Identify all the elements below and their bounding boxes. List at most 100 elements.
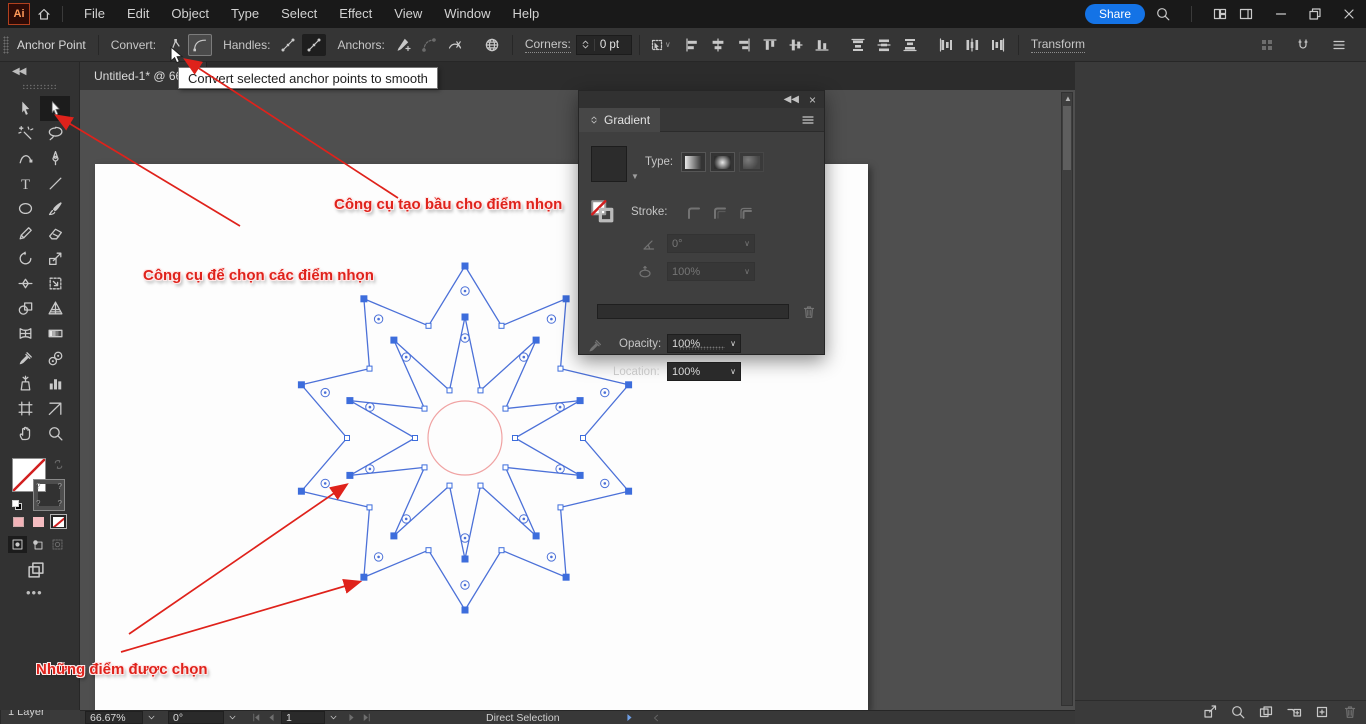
- collapse-toolbar-icon[interactable]: ◀◀: [12, 66, 25, 77]
- locate-object-button[interactable]: [1230, 704, 1246, 720]
- next-artboard-icon[interactable]: [346, 712, 357, 723]
- dist-horiz-right-button[interactable]: [986, 34, 1010, 56]
- dist-horiz-center-button[interactable]: [960, 34, 984, 56]
- selection-tool[interactable]: [10, 96, 40, 121]
- share-button[interactable]: Share: [1085, 4, 1145, 24]
- menu-type[interactable]: Type: [220, 0, 270, 28]
- transform-link[interactable]: Transform: [1031, 37, 1085, 53]
- gradient-panel-header[interactable]: ◀◀ ×: [579, 91, 824, 108]
- vertical-scrollbar[interactable]: ▲: [1061, 92, 1073, 706]
- corners-label[interactable]: Corners:: [525, 37, 571, 53]
- menu-window[interactable]: Window: [433, 0, 501, 28]
- drag-grip[interactable]: [3, 36, 9, 54]
- artboard-number-field[interactable]: 1: [281, 711, 325, 724]
- make-mask-button[interactable]: [1258, 704, 1274, 720]
- gradient-swatch[interactable]: [591, 146, 627, 182]
- radial-gradient-button[interactable]: [710, 152, 735, 172]
- eraser-tool[interactable]: [40, 221, 70, 246]
- control-menu-button[interactable]: [1327, 34, 1351, 56]
- eyedropper-tool[interactable]: [10, 346, 40, 371]
- draw-normal-button[interactable]: [8, 536, 27, 553]
- lasso-tool[interactable]: [40, 121, 70, 146]
- menu-effect[interactable]: Effect: [328, 0, 383, 28]
- align-left-button[interactable]: [680, 34, 704, 56]
- panel-resize-grip[interactable]: [679, 346, 725, 350]
- edit-toolbar-icon[interactable]: •••: [26, 585, 43, 600]
- line-tool[interactable]: [40, 171, 70, 196]
- snap-options-button[interactable]: [1291, 34, 1315, 56]
- pencil-tool[interactable]: [10, 221, 40, 246]
- menu-select[interactable]: Select: [270, 0, 328, 28]
- dist-vert-bottom-button[interactable]: [898, 34, 922, 56]
- scrollbar-thumb[interactable]: [1063, 106, 1071, 170]
- stroke-along-button[interactable]: [708, 202, 732, 224]
- gradient-swatch-dropdown-icon[interactable]: ▼: [631, 172, 639, 181]
- tab-gradient[interactable]: Gradient: [579, 108, 660, 132]
- panel-menu-icon[interactable]: [800, 112, 816, 128]
- trash-button[interactable]: [1342, 704, 1358, 720]
- blend-tool[interactable]: [40, 346, 70, 371]
- dist-vert-top-button[interactable]: [846, 34, 870, 56]
- pen-tool[interactable]: [40, 146, 70, 171]
- gradient-button[interactable]: [30, 514, 47, 529]
- paintbrush-tool[interactable]: [40, 196, 70, 221]
- new-layer-button[interactable]: [1314, 704, 1330, 720]
- home-icon[interactable]: [36, 6, 52, 22]
- menu-view[interactable]: View: [383, 0, 433, 28]
- bounding-box-button[interactable]: ∨: [648, 34, 672, 56]
- type-tool[interactable]: T: [10, 171, 40, 196]
- align-center-h-button[interactable]: [706, 34, 730, 56]
- ellipse-tool[interactable]: [10, 196, 40, 221]
- minimize-button[interactable]: [1264, 0, 1298, 28]
- fill-stroke-mini-icon[interactable]: [589, 198, 615, 224]
- linear-gradient-button[interactable]: [681, 152, 706, 172]
- rotate-tool[interactable]: [10, 246, 40, 271]
- curvature-tool[interactable]: [10, 146, 40, 171]
- symbol-sprayer-tool[interactable]: [10, 371, 40, 396]
- play-icon[interactable]: [624, 712, 635, 723]
- width-tool[interactable]: [10, 271, 40, 296]
- shape-builder-tool[interactable]: [10, 296, 40, 321]
- align-bottom-button[interactable]: [810, 34, 834, 56]
- align-center-v-button[interactable]: [784, 34, 808, 56]
- rotation-field[interactable]: 0°: [168, 711, 224, 724]
- search-icon[interactable]: [1155, 6, 1171, 22]
- scroll-up-arrow[interactable]: ▲: [1063, 94, 1073, 103]
- handles-show-button[interactable]: [276, 34, 300, 56]
- artboard-tool[interactable]: [10, 396, 40, 421]
- gradient-tool[interactable]: [40, 321, 70, 346]
- align-top-button[interactable]: [758, 34, 782, 56]
- menu-help[interactable]: Help: [501, 0, 550, 28]
- screen-mode-icon[interactable]: [26, 560, 46, 580]
- stroke-swatch[interactable]: ????: [34, 480, 64, 510]
- first-artboard-icon[interactable]: [251, 712, 262, 723]
- dist-vert-center-button[interactable]: [872, 34, 896, 56]
- gradient-slider[interactable]: [597, 304, 789, 319]
- workspace-switcher-icon[interactable]: [1238, 6, 1254, 22]
- zoom-tool[interactable]: [40, 421, 70, 446]
- rotation-dropdown-icon[interactable]: [228, 713, 237, 722]
- color-button[interactable]: [10, 514, 27, 529]
- handles-hide-button[interactable]: [302, 34, 326, 56]
- arrange-documents-icon[interactable]: [1212, 6, 1228, 22]
- convert-smooth-button[interactable]: [188, 34, 212, 56]
- mesh-tool[interactable]: [10, 321, 40, 346]
- restore-button[interactable]: [1298, 0, 1332, 28]
- anchor-round-button[interactable]: [417, 34, 441, 56]
- hand-tool[interactable]: [10, 421, 40, 446]
- direct-selection-tool[interactable]: [40, 96, 70, 121]
- anchor-add-pen-button[interactable]: [391, 34, 415, 56]
- column-graph-tool[interactable]: [40, 371, 70, 396]
- close-panel-icon[interactable]: ×: [809, 93, 816, 107]
- perspective-grid-tool[interactable]: [40, 296, 70, 321]
- last-artboard-icon[interactable]: [361, 712, 372, 723]
- document-setup-button[interactable]: [480, 34, 504, 56]
- magic-wand-tool[interactable]: [10, 121, 40, 146]
- prev-artboard-icon[interactable]: [266, 712, 277, 723]
- menu-file[interactable]: File: [73, 0, 116, 28]
- stepper-icon[interactable]: [580, 39, 591, 50]
- menu-edit[interactable]: Edit: [116, 0, 160, 28]
- freeform-gradient-button[interactable]: [739, 152, 764, 172]
- gradient-opacity-field[interactable]: 100%∨: [667, 334, 741, 353]
- swap-fill-stroke-icon[interactable]: [52, 458, 65, 471]
